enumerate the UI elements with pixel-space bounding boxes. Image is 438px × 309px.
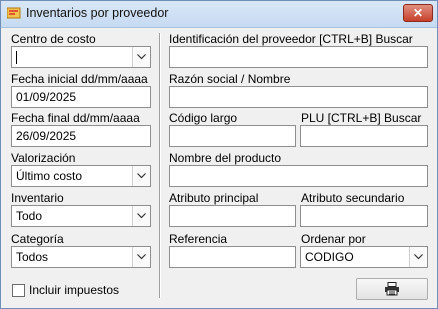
chevron-down-icon[interactable] (409, 247, 427, 267)
inventario-select[interactable]: Todo (11, 205, 151, 227)
close-button[interactable]: ✕ (403, 4, 433, 22)
ordenar-por-select[interactable]: CODIGO (300, 246, 428, 268)
fecha-final-label: Fecha final dd/mm/aaaa (11, 111, 140, 125)
nombre-producto-input[interactable] (169, 165, 428, 187)
ordenar-por-label: Ordenar por (301, 232, 366, 246)
chevron-down-icon[interactable] (132, 47, 150, 67)
ordenar-por-value: CODIGO (305, 250, 354, 264)
chevron-down-icon[interactable] (132, 206, 150, 226)
chevron-down-icon[interactable] (132, 247, 150, 267)
referencia-input[interactable] (169, 246, 296, 268)
categoria-label: Categoría (11, 232, 64, 246)
categoria-select[interactable]: Todos (11, 246, 151, 268)
inventario-label: Inventario (11, 191, 64, 205)
id-proveedor-label: Identificación del proveedor [CTRL+B] Bu… (169, 32, 413, 46)
column-divider (159, 33, 161, 298)
razon-social-label: Razón social / Nombre (169, 72, 291, 86)
centro-costo-label: Centro de costo (11, 32, 96, 46)
id-proveedor-input[interactable] (169, 46, 428, 68)
codigo-largo-input[interactable] (169, 125, 296, 147)
fecha-inicial-input[interactable]: 01/09/2025 (11, 86, 151, 108)
print-button[interactable] (356, 278, 428, 300)
app-icon (7, 7, 21, 19)
window-title: Inventarios por proveedor (26, 6, 169, 20)
plu-input[interactable] (300, 125, 428, 147)
text-caret (16, 51, 17, 64)
incluir-impuestos-label[interactable]: Incluir impuestos (29, 283, 119, 297)
fecha-inicial-label: Fecha inicial dd/mm/aaaa (11, 72, 148, 86)
incluir-impuestos-checkbox[interactable] (12, 284, 25, 297)
fecha-final-input[interactable]: 26/09/2025 (11, 125, 151, 147)
centro-costo-select[interactable] (11, 46, 151, 68)
nombre-producto-label: Nombre del producto (169, 151, 282, 165)
dialog-window: Inventarios por proveedor ✕ Centro de co… (0, 0, 438, 309)
referencia-label: Referencia (169, 232, 228, 246)
razon-social-input[interactable] (169, 86, 428, 108)
valorizacion-label: Valorización (11, 151, 76, 165)
codigo-largo-label: Código largo (169, 111, 238, 125)
close-icon: ✕ (412, 6, 424, 20)
title-bar[interactable]: Inventarios por proveedor ✕ (1, 1, 437, 28)
valorizacion-select[interactable]: Último costo (11, 165, 151, 187)
printer-icon (385, 282, 399, 296)
atributo-principal-label: Atributo principal (169, 191, 259, 205)
categoria-value: Todos (16, 250, 49, 264)
atributo-secundario-input[interactable] (300, 205, 428, 227)
atributo-secundario-label: Atributo secundario (301, 191, 405, 205)
inventario-value: Todo (16, 209, 43, 223)
plu-label: PLU [CTRL+B] Buscar (301, 111, 422, 125)
valorizacion-value: Último costo (16, 169, 83, 183)
chevron-down-icon[interactable] (132, 166, 150, 186)
atributo-principal-input[interactable] (169, 205, 296, 227)
